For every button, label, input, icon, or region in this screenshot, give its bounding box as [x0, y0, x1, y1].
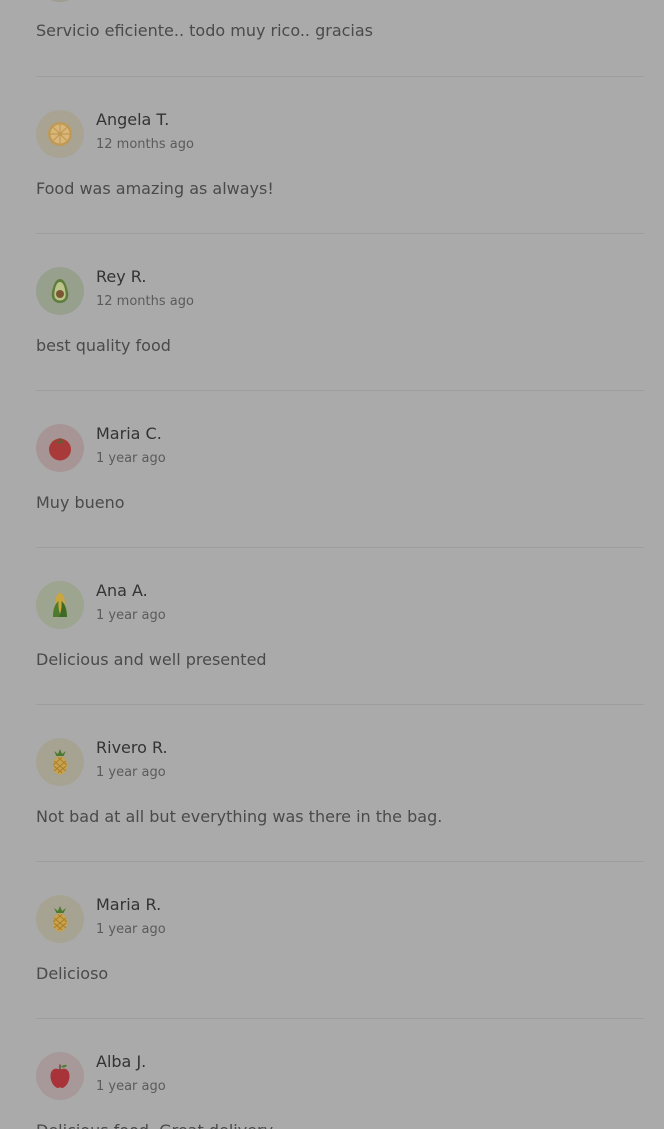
reviews-list: Servicio eficiente.. todo muy rico.. gra…: [0, 0, 664, 1129]
review-timestamp: 1 year ago: [96, 451, 166, 466]
review-comment: Delicioso: [36, 964, 109, 983]
avatar: [36, 738, 84, 786]
review-comment: Muy bueno: [36, 493, 125, 512]
avocado-icon: [51, 279, 69, 303]
avatar: [36, 267, 84, 315]
corn-icon: [53, 593, 67, 617]
review-item: Ana A. 1 year ago Delicious and well pre…: [36, 548, 644, 705]
avatar: [36, 110, 84, 158]
avatar: [36, 581, 84, 629]
review-comment: Delicious food. Great delivery: [36, 1120, 273, 1129]
review-item: Maria R. 1 year ago Delicioso: [36, 862, 644, 1019]
review-item: Rey R. 12 months ago best quality food: [36, 234, 644, 391]
avatar: [36, 424, 84, 472]
pineapple-icon: [52, 906, 68, 932]
reviewer-name: Maria C.: [96, 424, 162, 443]
review-item: Rivero R. 1 year ago Not bad at all but …: [36, 705, 644, 862]
review-timestamp: 12 months ago: [96, 294, 194, 309]
reviewer-name: Rey R.: [96, 267, 147, 286]
review-item: Maria C. 1 year ago Muy bueno: [36, 391, 644, 548]
review-comment: Food was amazing as always!: [36, 179, 274, 198]
review-comment: Servicio eficiente.. todo muy rico.. gra…: [36, 21, 374, 40]
review-comment: best quality food: [36, 336, 171, 355]
apple-icon: [50, 1064, 70, 1088]
orange-slice-icon: [48, 122, 72, 146]
tomato-icon: [49, 438, 71, 461]
review-item: Angela T. 12 months ago Food was amazing…: [36, 77, 644, 234]
avatar: [36, 895, 84, 943]
reviewer-name: Alba J.: [96, 1052, 147, 1071]
reviewer-name: Rivero R.: [96, 738, 168, 757]
review-comment: Not bad at all but everything was there …: [36, 807, 443, 826]
reviewer-name: Ana A.: [96, 581, 148, 600]
review-timestamp: 1 year ago: [96, 1079, 166, 1094]
reviewer-name: Angela T.: [96, 110, 170, 129]
review-comment: Delicious and well presented: [36, 650, 267, 669]
review-timestamp: 1 year ago: [96, 922, 166, 937]
avatar: [36, 0, 84, 2]
review-timestamp: 12 months ago: [96, 137, 194, 152]
review-timestamp: 1 year ago: [96, 608, 166, 623]
reviewer-name: Maria R.: [96, 895, 162, 914]
pineapple-icon: [52, 749, 68, 775]
avatar: [36, 1052, 84, 1100]
review-timestamp: 1 year ago: [96, 765, 166, 780]
review-item: Alba J. 1 year ago Delicious food. Great…: [36, 1019, 644, 1129]
